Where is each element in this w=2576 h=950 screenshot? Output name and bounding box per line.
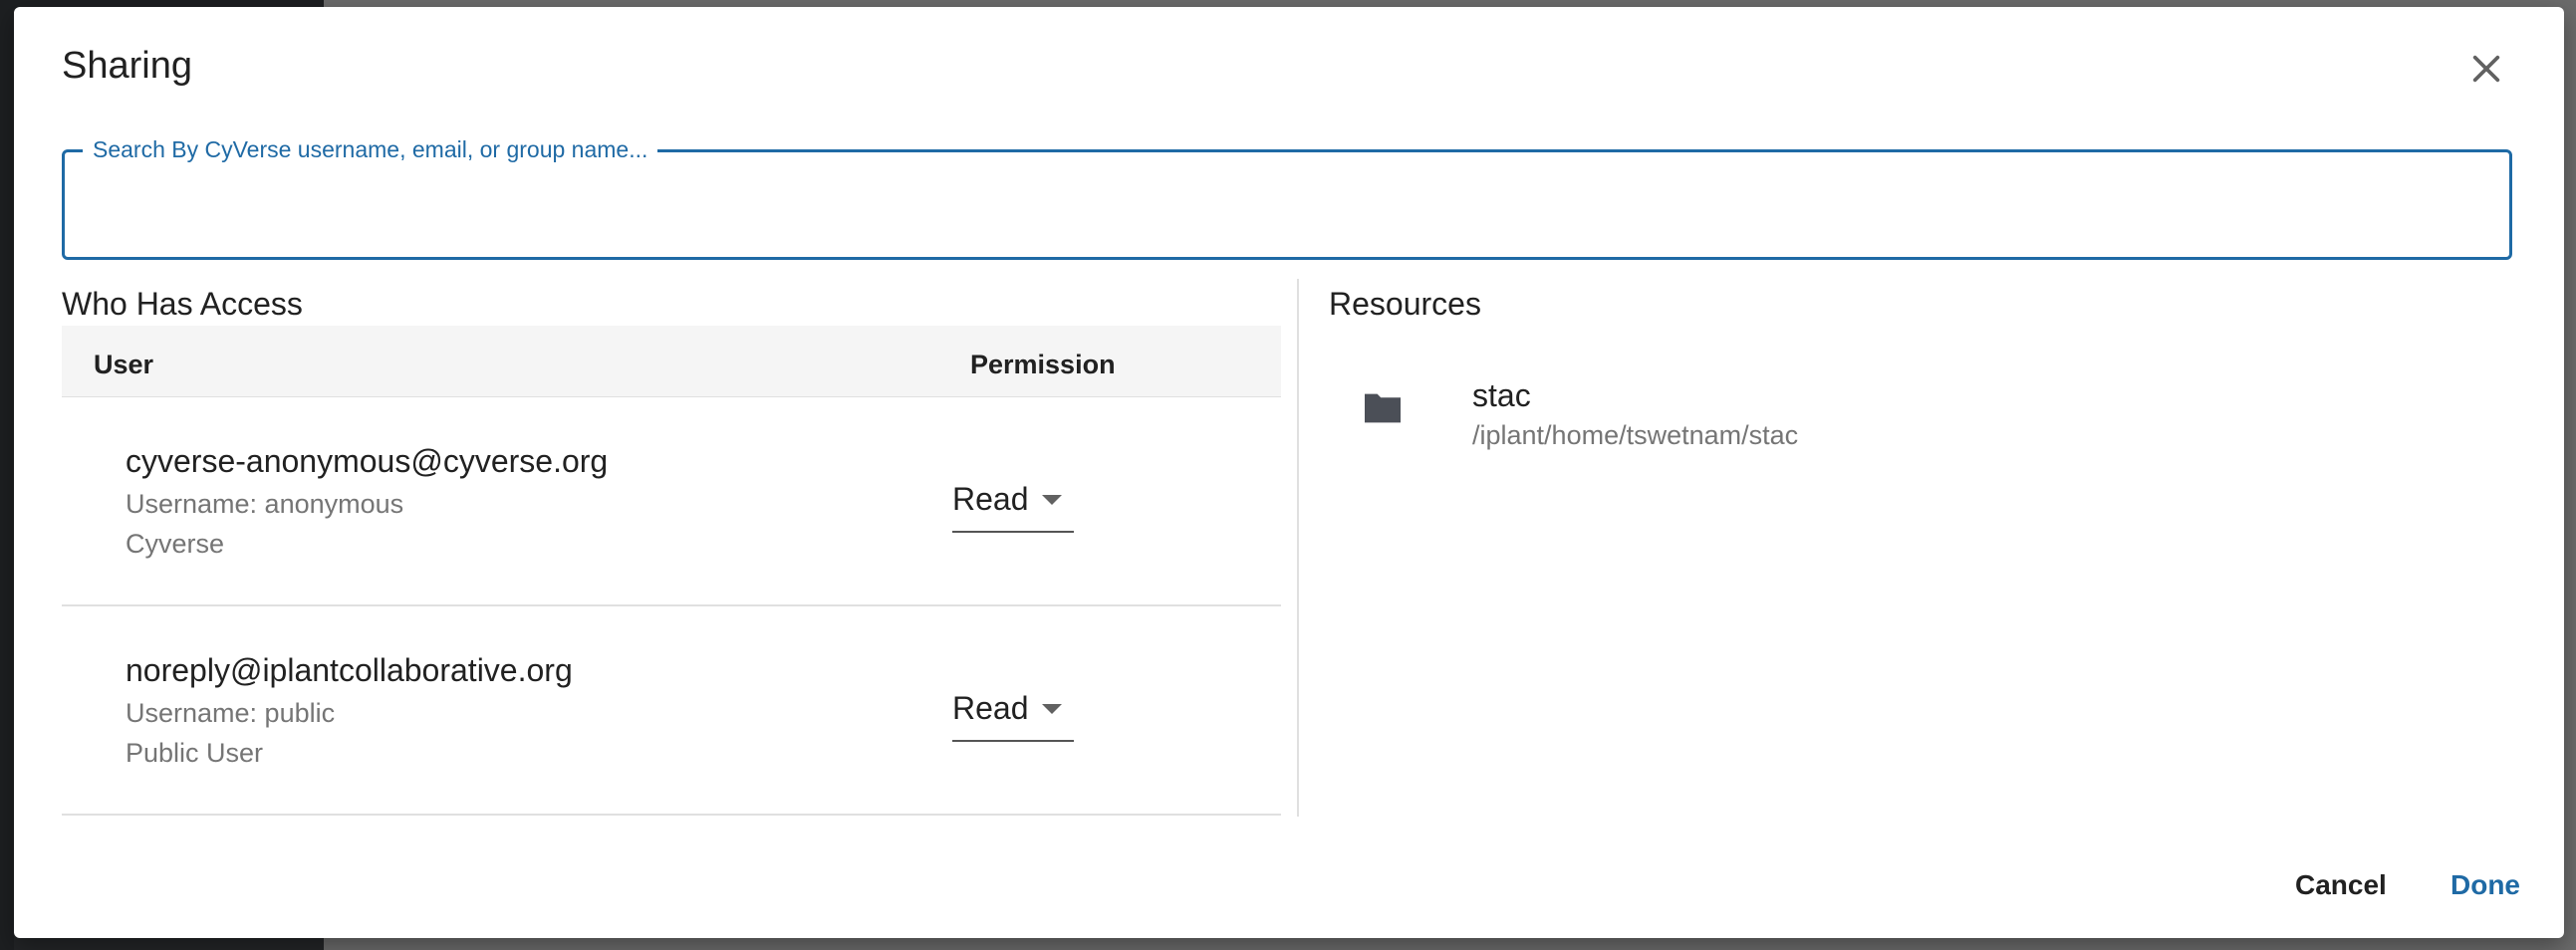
panel-divider	[1297, 279, 1299, 817]
table-row: noreply@iplantcollaborative.org Username…	[62, 606, 1281, 816]
chevron-down-icon	[1042, 704, 1062, 714]
dialog-title: Sharing	[62, 45, 192, 87]
permission-value: Read	[952, 690, 1029, 726]
user-org: Public User	[126, 738, 264, 768]
user-email: cyverse-anonymous@cyverse.org	[126, 443, 609, 479]
resources-title: Resources	[1329, 286, 1481, 322]
table-row: cyverse-anonymous@cyverse.org Username: …	[62, 397, 1281, 606]
search-input[interactable]	[85, 182, 2489, 234]
folder-icon	[1365, 393, 1401, 423]
search-field[interactable]: Search By CyVerse username, email, or gr…	[62, 136, 2512, 260]
search-label: Search By CyVerse username, email, or gr…	[83, 136, 658, 163]
permission-select[interactable]: Read	[952, 475, 1074, 533]
user-org: Cyverse	[126, 529, 225, 559]
user-username: Username: public	[126, 698, 336, 728]
permission-value: Read	[952, 481, 1029, 517]
user-username: Username: anonymous	[126, 489, 404, 519]
column-header-user: User	[94, 350, 154, 379]
permission-select[interactable]: Read	[952, 684, 1074, 742]
sharing-dialog: Sharing Search By CyVerse username, emai…	[14, 7, 2564, 938]
done-button[interactable]: Done	[2450, 869, 2520, 901]
column-header-permission: Permission	[970, 350, 1116, 379]
resource-path: /iplant/home/tswetnam/stac	[1472, 420, 1799, 450]
access-table-header: User Permission	[62, 326, 1281, 397]
chevron-down-icon	[1042, 495, 1062, 505]
who-has-access-title: Who Has Access	[62, 286, 303, 322]
user-email: noreply@iplantcollaborative.org	[126, 652, 573, 688]
resource-name: stac	[1472, 377, 1531, 413]
cancel-button[interactable]: Cancel	[2295, 869, 2387, 901]
close-button[interactable]	[2464, 47, 2508, 91]
close-icon	[2472, 55, 2500, 83]
